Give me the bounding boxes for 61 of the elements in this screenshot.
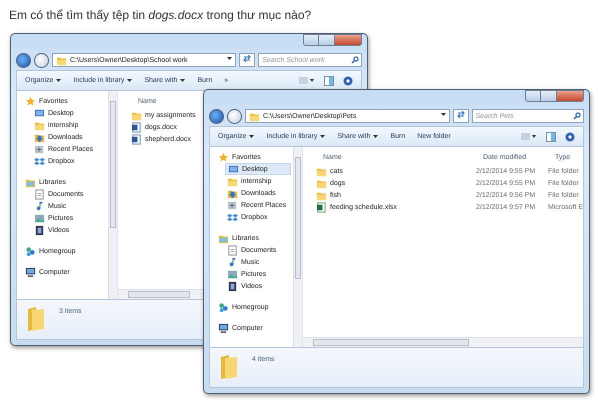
refresh-icon — [243, 55, 252, 62]
film-icon — [34, 224, 45, 236]
homegroup-icon — [25, 246, 36, 256]
back-button[interactable] — [209, 108, 224, 124]
star-icon — [218, 152, 229, 162]
picture-icon — [34, 212, 45, 224]
preview-pane-icon[interactable] — [546, 132, 556, 142]
refresh-icon — [456, 111, 464, 118]
dropdown-arrow-icon — [320, 134, 326, 138]
help-icon[interactable] — [343, 76, 353, 86]
question-text: Em có thể tìm thấy tệp tin dogs.docx trong thư mục nào? — [9, 8, 312, 22]
recent-places-icon — [227, 200, 238, 210]
music-note-icon — [34, 200, 45, 212]
computer-icon — [25, 266, 36, 278]
picture-icon — [227, 268, 238, 280]
minimize-button[interactable] — [525, 90, 541, 102]
dropdown-arrow-icon — [227, 57, 232, 61]
forward-button[interactable] — [227, 108, 242, 124]
scrollbar-thumb[interactable] — [128, 291, 190, 298]
view-options-icon[interactable] — [299, 76, 315, 85]
help-icon[interactable] — [565, 132, 575, 142]
scrollbar-thumb[interactable] — [313, 339, 469, 346]
star-icon — [25, 96, 36, 106]
film-icon — [227, 280, 238, 292]
close-button[interactable] — [334, 34, 362, 46]
maximize-button[interactable] — [319, 34, 334, 46]
dropbox-icon — [34, 156, 45, 166]
spreadsheet-icon — [316, 202, 327, 212]
scrollbar[interactable] — [303, 337, 583, 347]
recent-places-icon — [34, 144, 45, 154]
document-icon — [34, 188, 45, 200]
refresh-button[interactable] — [239, 53, 256, 67]
view-options-icon[interactable] — [521, 132, 537, 141]
monitor-icon — [228, 164, 239, 174]
dropdown-arrow-icon — [180, 78, 186, 82]
minimize-button[interactable] — [303, 34, 319, 46]
scrollbar[interactable] — [108, 91, 117, 299]
computer-icon — [218, 322, 229, 334]
folder-icon — [220, 354, 238, 380]
dropbox-icon — [227, 212, 238, 222]
document-icon — [227, 244, 238, 256]
dropdown-arrow-icon — [127, 78, 132, 82]
monitor-icon — [34, 108, 45, 118]
scrollbar[interactable] — [293, 147, 302, 347]
preview-pane-icon[interactable] — [324, 76, 334, 86]
folder-icon — [27, 306, 45, 332]
search-icon — [351, 56, 359, 64]
back-button[interactable] — [16, 52, 31, 68]
dropdown-arrow-icon — [56, 78, 62, 82]
dropdown-arrow-icon — [440, 113, 446, 117]
music-note-icon — [227, 256, 238, 268]
close-button[interactable] — [556, 90, 584, 102]
refresh-button[interactable] — [452, 109, 468, 123]
word-document-icon — [131, 134, 142, 144]
dropdown-arrow-icon — [373, 134, 378, 138]
dropdown-arrow-icon — [249, 134, 254, 138]
homegroup-icon — [218, 302, 229, 312]
maximize-button[interactable] — [541, 90, 556, 102]
word-document-icon — [131, 122, 142, 132]
forward-button[interactable] — [34, 52, 49, 68]
search-icon — [573, 112, 581, 120]
